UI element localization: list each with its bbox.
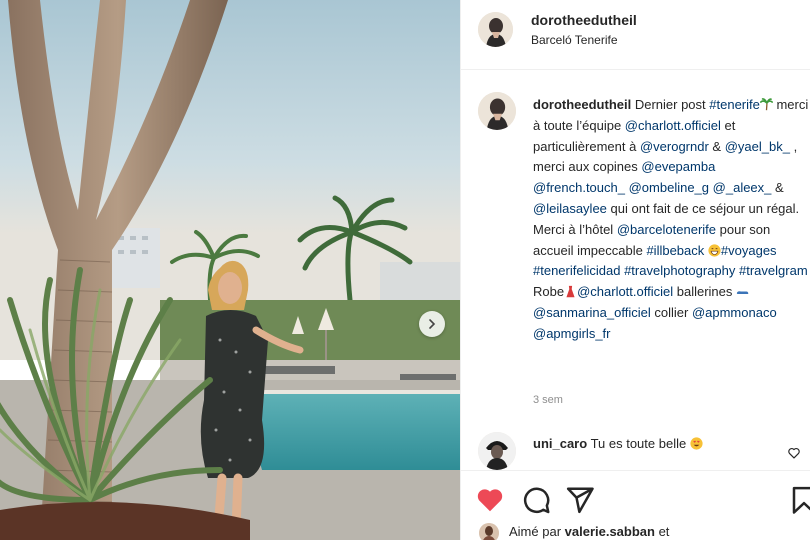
profile-photo <box>478 12 513 47</box>
carousel-next-button[interactable] <box>419 311 445 337</box>
grin-emoji-icon <box>708 243 721 257</box>
comment-username[interactable]: uni_caro <box>533 436 587 451</box>
avatar[interactable] <box>478 12 513 47</box>
palm-tree-emoji-icon <box>759 98 773 111</box>
caption-text-segment: ballerines <box>673 284 737 300</box>
mention-link[interactable]: @charlott.officiel <box>577 284 673 299</box>
bookmark-icon <box>792 486 810 514</box>
chevron-right-icon <box>429 319 436 329</box>
like-button[interactable] <box>475 485 505 515</box>
mention-link[interactable]: @apmgirls_fr <box>533 326 611 341</box>
likes-username[interactable]: valerie.sabban <box>565 524 655 539</box>
save-button[interactable] <box>789 485 810 515</box>
action-bar <box>461 470 810 524</box>
post-photo <box>0 0 460 540</box>
share-icon <box>566 487 594 514</box>
avatar[interactable] <box>479 523 499 540</box>
comment-icon <box>523 487 550 514</box>
caption-text-segment: Robe <box>533 284 565 300</box>
comment-like-heart-icon[interactable] <box>787 446 801 460</box>
post-timestamp[interactable]: 3 sem <box>533 394 563 406</box>
caption-username[interactable]: dorotheedutheil <box>533 97 631 112</box>
mention-link[interactable]: @charlott.officiel <box>625 118 721 133</box>
mention-link[interactable]: @french.touch_ <box>533 180 625 195</box>
mention-link[interactable]: @_aleex_ <box>713 180 772 195</box>
caption: dorotheedutheil Dernier post #tenerife m… <box>461 70 810 430</box>
likes-prefix: Aimé par <box>509 524 565 539</box>
likes-suffix: et <box>654 524 670 539</box>
post-location[interactable]: Barceló Tenerife <box>531 33 618 47</box>
profile-photo <box>478 432 516 470</box>
hashtag-link[interactable]: #illbeback <box>646 243 704 258</box>
profile-photo <box>478 92 516 130</box>
likes-text: Aimé par valerie.sabban et <box>509 524 669 539</box>
profile-photo <box>479 523 499 540</box>
mention-link[interactable]: @ombeline_g <box>629 180 709 195</box>
hashtag-link[interactable]: #tenerifelicidad <box>533 263 620 278</box>
caption-text-segment: Dernier post <box>634 97 710 112</box>
mention-link[interactable]: @leilasaylee <box>533 201 607 216</box>
caption-text-segment: collier <box>650 304 692 320</box>
avatar[interactable] <box>478 92 516 130</box>
mention-link[interactable]: @yael_bk_ <box>725 139 790 154</box>
hashtag-link[interactable]: #voyages <box>721 243 777 258</box>
mention-link[interactable]: @apmmonaco <box>692 305 777 320</box>
comment-text: uni_caro Tu es toute belle <box>533 436 703 451</box>
photo-image <box>0 0 460 540</box>
heart-icon <box>477 489 503 512</box>
comment-button[interactable] <box>521 485 551 515</box>
post-author-username[interactable]: dorotheedutheil <box>531 12 637 28</box>
mention-link[interactable]: @evepamba <box>641 159 715 174</box>
dress-emoji-icon <box>566 285 575 298</box>
caption-text: dorotheedutheil Dernier post #tenerife m… <box>533 95 809 345</box>
caption-text-segment: & <box>771 180 784 196</box>
flat-shoe-emoji-icon <box>736 291 749 295</box>
caption-text-segment: & <box>708 138 725 154</box>
post-header: dorotheedutheil Barceló Tenerife <box>461 0 810 70</box>
mention-link[interactable]: @barcelotenerife <box>617 222 716 237</box>
likes-summary: Aimé par valerie.sabban et <box>461 520 810 540</box>
heart-eyes-emoji-icon <box>690 437 703 450</box>
comment-item: uni_caro Tu es toute belle <box>461 424 810 472</box>
hashtag-link[interactable]: #tenerife <box>709 97 760 112</box>
post-details-panel: dorotheedutheil Barceló Tenerife dorothe… <box>460 0 810 540</box>
mention-link[interactable]: @sanmarina_officiel <box>533 305 651 320</box>
hashtag-link[interactable]: #travelgram <box>739 263 808 278</box>
avatar[interactable] <box>478 432 516 470</box>
comment-body: Tu es toute belle <box>587 436 687 451</box>
mention-link[interactable]: @verogrndr <box>640 139 709 154</box>
share-button[interactable] <box>565 485 595 515</box>
hashtag-link[interactable]: #travelphotography <box>624 263 735 278</box>
